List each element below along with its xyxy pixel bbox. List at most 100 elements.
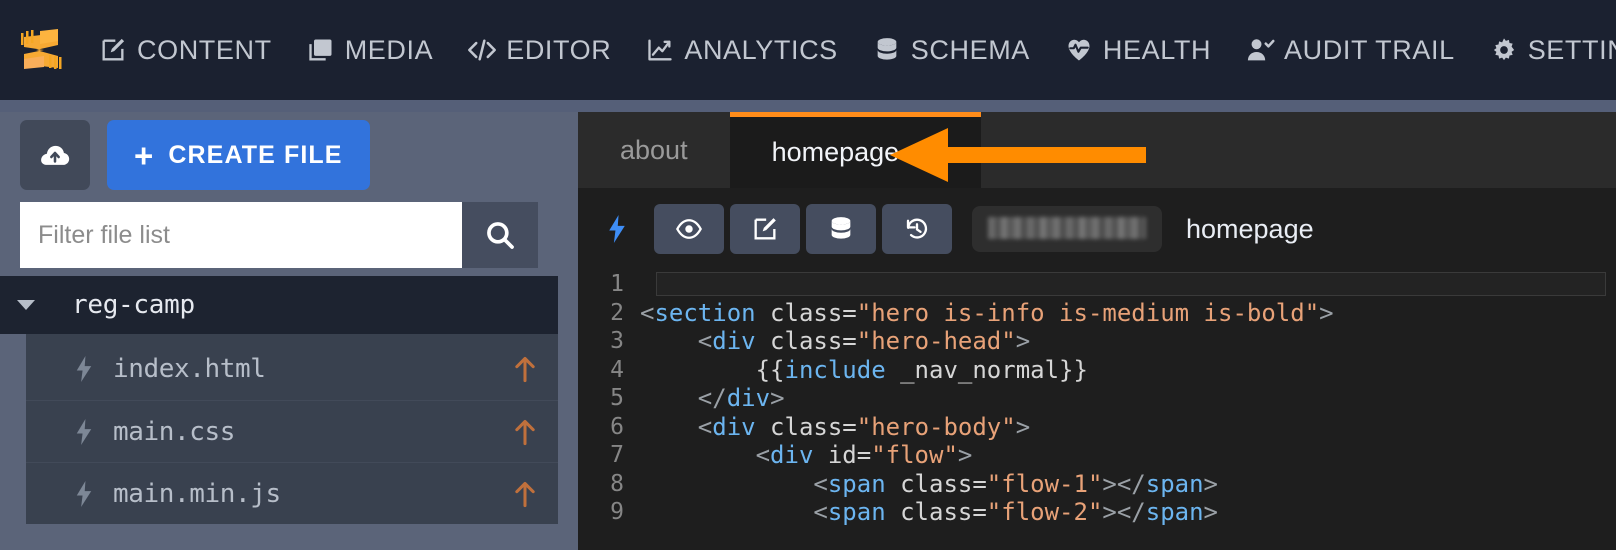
- list-item[interactable]: index.html: [26, 338, 558, 400]
- file-tree: reg-camp index.html main.css main.min.js: [0, 276, 558, 550]
- gear-icon: [1489, 35, 1519, 65]
- code-editor[interactable]: 1 2 <section class="hero is-info is-medium…: [578, 270, 1616, 550]
- code-token: >: [1203, 498, 1218, 527]
- filter-file-list-input[interactable]: [20, 202, 462, 268]
- code-token: class=: [885, 469, 987, 498]
- code-line[interactable]: 5 </div>: [578, 384, 1616, 413]
- code-token: "flow": [871, 441, 958, 470]
- nav-item-label: AUDIT TRAIL: [1284, 34, 1455, 65]
- code-line[interactable]: 8 <span class="flow-1"></span>: [578, 470, 1616, 499]
- top-navbar: CONTENT MEDIA EDITOR ANALYTICS SCHEMA HE…: [0, 0, 1616, 100]
- code-token: span: [827, 469, 886, 498]
- file-name-label: index.html: [113, 354, 266, 384]
- file-name-label: main.min.js: [113, 478, 281, 509]
- editor-file-title: homepage: [1186, 213, 1314, 244]
- code-token: span: [1145, 498, 1204, 527]
- sidebar-action-row: + CREATE FILE: [20, 120, 370, 190]
- search-icon: [487, 222, 514, 249]
- code-line[interactable]: 2 <section class="hero is-info is-medium …: [578, 299, 1616, 328]
- tab-homepage[interactable]: homepage: [729, 112, 982, 188]
- edit-button[interactable]: [730, 204, 800, 254]
- nav-item-audit-trail[interactable]: AUDIT TRAIL: [1245, 35, 1455, 65]
- code-token: class=: [755, 327, 857, 356]
- code-line[interactable]: 9 <span class="flow-2"></span>: [578, 498, 1616, 527]
- nav-item-health[interactable]: HEALTH: [1064, 35, 1211, 65]
- publish-up-arrow-icon[interactable]: [512, 479, 538, 509]
- nav-item-settings[interactable]: SETTINGS: [1489, 35, 1616, 65]
- database-icon: [831, 217, 851, 239]
- code-token: <: [640, 498, 828, 527]
- code-token: div: [712, 327, 756, 356]
- code-line[interactable]: 6 <div class="hero-body">: [578, 413, 1616, 442]
- nav-item-content[interactable]: CONTENT: [98, 35, 272, 65]
- code-line-number: 5: [610, 385, 624, 412]
- tree-children: index.html main.css main.min.js: [26, 334, 558, 524]
- user-check-icon: [1245, 35, 1275, 65]
- code-token: <: [640, 327, 713, 356]
- code-token: <: [640, 412, 713, 441]
- nav-item-media[interactable]: MEDIA: [306, 35, 434, 65]
- code-line[interactable]: 1: [578, 270, 1616, 299]
- code-token: div: [726, 384, 771, 413]
- editor-toolbar: homepage: [578, 188, 1616, 270]
- publish-up-arrow-icon[interactable]: [512, 417, 538, 447]
- code-line-text: <div class="hero-body">: [640, 413, 1030, 441]
- header-divider-strip: [0, 100, 1616, 112]
- create-file-label: CREATE FILE: [168, 140, 343, 169]
- data-button[interactable]: [806, 204, 876, 254]
- code-line[interactable]: 7 <div id="flow">: [578, 441, 1616, 470]
- code-token: ></: [1102, 469, 1146, 498]
- lightning-bolt-icon: [606, 214, 628, 244]
- preview-button[interactable]: [654, 204, 724, 254]
- code-token: <: [640, 441, 771, 470]
- code-token: class=: [755, 298, 857, 327]
- code-brackets-icon: [467, 35, 497, 65]
- search-button[interactable]: [462, 202, 538, 268]
- tab-label: about: [620, 134, 688, 165]
- code-line-number: 1: [610, 271, 624, 298]
- editor-panel: about homepage homepage 1 2 <section cla…: [578, 112, 1616, 550]
- code-token: id=: [813, 441, 872, 470]
- code-token: >: [770, 384, 785, 413]
- code-line[interactable]: 3 <div class="hero-head">: [578, 327, 1616, 356]
- sidebar-editor-divider: [558, 112, 578, 550]
- cloud-upload-icon: [41, 145, 70, 165]
- app-root: CONTENT MEDIA EDITOR ANALYTICS SCHEMA HE…: [0, 0, 1616, 550]
- nav-item-analytics[interactable]: ANALYTICS: [645, 35, 837, 65]
- code-line-text: <div id="flow">: [640, 441, 973, 470]
- publish-up-arrow-icon[interactable]: [512, 354, 538, 384]
- code-token: section: [654, 298, 756, 327]
- code-token: >: [1015, 327, 1031, 356]
- redacted-field[interactable]: [972, 206, 1162, 252]
- nav-item-label: SETTINGS: [1527, 34, 1616, 65]
- code-line-number: 2: [610, 299, 624, 326]
- code-token: span: [827, 498, 886, 527]
- zesty-logo[interactable]: [10, 19, 72, 81]
- code-token: <: [640, 298, 655, 327]
- nav-item-schema[interactable]: SCHEMA: [872, 35, 1030, 65]
- code-token: "flow-1": [986, 469, 1103, 498]
- tree-folder-reg-camp[interactable]: reg-camp: [0, 276, 558, 334]
- file-name-label: main.css: [113, 416, 236, 447]
- code-token: }}: [1059, 355, 1088, 384]
- nav-item-editor[interactable]: EDITOR: [467, 35, 611, 65]
- code-token: div: [712, 412, 756, 441]
- tab-label: homepage: [771, 137, 900, 167]
- nav-item-label: EDITOR: [506, 34, 612, 65]
- code-line-number: 9: [610, 499, 624, 526]
- code-token: </: [640, 384, 727, 413]
- code-token: _nav_normal: [885, 355, 1060, 384]
- tab-about[interactable]: about: [578, 112, 730, 188]
- create-file-button[interactable]: + CREATE FILE: [107, 120, 370, 190]
- heart-pulse-icon: [1064, 35, 1094, 65]
- history-button[interactable]: [882, 204, 952, 254]
- caret-down-icon[interactable]: [14, 293, 38, 317]
- upload-button[interactable]: [20, 120, 90, 190]
- list-item[interactable]: main.min.js: [26, 462, 558, 524]
- list-item[interactable]: main.css: [26, 400, 558, 462]
- code-line[interactable]: 4 {{include _nav_normal}}: [578, 356, 1616, 385]
- pencil-square-icon: [754, 218, 776, 240]
- code-token: ></: [1102, 498, 1146, 527]
- code-token: <: [640, 469, 828, 498]
- content-edit-icon: [98, 35, 128, 65]
